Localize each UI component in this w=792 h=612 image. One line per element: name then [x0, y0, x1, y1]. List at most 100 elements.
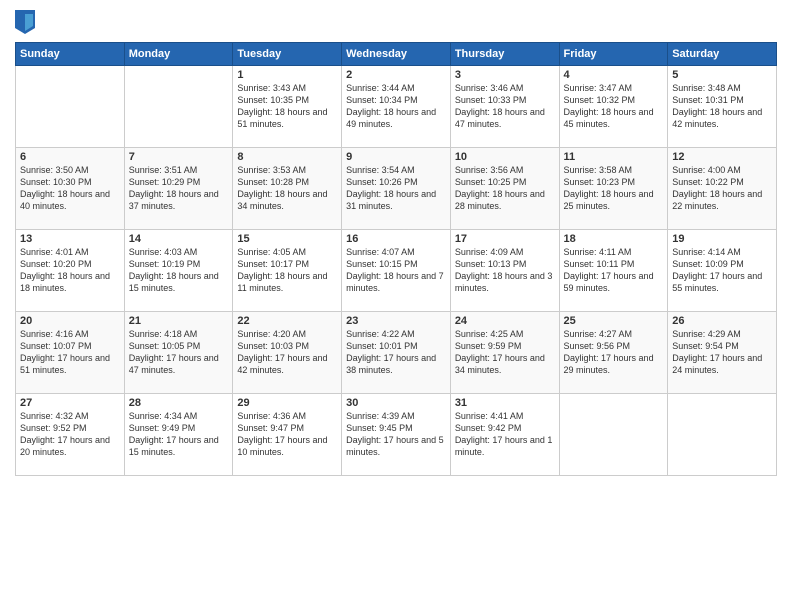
cell-content: Sunrise: 3:58 AMSunset: 10:23 PMDaylight…: [564, 164, 664, 213]
weekday-header-monday: Monday: [124, 43, 233, 66]
cell-content: Sunrise: 4:01 AMSunset: 10:20 PMDaylight…: [20, 246, 120, 295]
cell-content: Sunrise: 3:51 AMSunset: 10:29 PMDaylight…: [129, 164, 229, 213]
calendar-week-1: 1Sunrise: 3:43 AMSunset: 10:35 PMDayligh…: [16, 66, 777, 148]
day-number: 6: [20, 151, 120, 163]
calendar-cell: 30Sunrise: 4:39 AMSunset: 9:45 PMDayligh…: [342, 394, 451, 476]
cell-content: Sunrise: 4:05 AMSunset: 10:17 PMDaylight…: [237, 246, 337, 295]
cell-content: Sunrise: 3:48 AMSunset: 10:31 PMDaylight…: [672, 82, 772, 131]
cell-content: Sunrise: 4:07 AMSunset: 10:15 PMDaylight…: [346, 246, 446, 295]
calendar-cell: 2Sunrise: 3:44 AMSunset: 10:34 PMDayligh…: [342, 66, 451, 148]
logo-icon: [15, 10, 35, 34]
calendar-cell: [16, 66, 125, 148]
cell-content: Sunrise: 3:47 AMSunset: 10:32 PMDaylight…: [564, 82, 664, 131]
cell-content: Sunrise: 4:39 AMSunset: 9:45 PMDaylight:…: [346, 410, 446, 459]
calendar-cell: 11Sunrise: 3:58 AMSunset: 10:23 PMDaylig…: [559, 148, 668, 230]
calendar-week-3: 13Sunrise: 4:01 AMSunset: 10:20 PMDaylig…: [16, 230, 777, 312]
cell-content: Sunrise: 3:43 AMSunset: 10:35 PMDaylight…: [237, 82, 337, 131]
day-number: 16: [346, 233, 446, 245]
day-number: 19: [672, 233, 772, 245]
day-number: 9: [346, 151, 446, 163]
cell-content: Sunrise: 3:53 AMSunset: 10:28 PMDaylight…: [237, 164, 337, 213]
day-number: 29: [237, 397, 337, 409]
calendar-cell: 12Sunrise: 4:00 AMSunset: 10:22 PMDaylig…: [668, 148, 777, 230]
cell-content: Sunrise: 4:03 AMSunset: 10:19 PMDaylight…: [129, 246, 229, 295]
calendar-cell: 22Sunrise: 4:20 AMSunset: 10:03 PMDaylig…: [233, 312, 342, 394]
logo: [15, 10, 39, 34]
calendar-cell: 18Sunrise: 4:11 AMSunset: 10:11 PMDaylig…: [559, 230, 668, 312]
weekday-header-thursday: Thursday: [450, 43, 559, 66]
day-number: 31: [455, 397, 555, 409]
cell-content: Sunrise: 4:25 AMSunset: 9:59 PMDaylight:…: [455, 328, 555, 377]
calendar-cell: 7Sunrise: 3:51 AMSunset: 10:29 PMDayligh…: [124, 148, 233, 230]
day-number: 14: [129, 233, 229, 245]
cell-content: Sunrise: 4:32 AMSunset: 9:52 PMDaylight:…: [20, 410, 120, 459]
calendar-week-4: 20Sunrise: 4:16 AMSunset: 10:07 PMDaylig…: [16, 312, 777, 394]
cell-content: Sunrise: 4:20 AMSunset: 10:03 PMDaylight…: [237, 328, 337, 377]
calendar-cell: 20Sunrise: 4:16 AMSunset: 10:07 PMDaylig…: [16, 312, 125, 394]
calendar-cell: 13Sunrise: 4:01 AMSunset: 10:20 PMDaylig…: [16, 230, 125, 312]
calendar-cell: 26Sunrise: 4:29 AMSunset: 9:54 PMDayligh…: [668, 312, 777, 394]
day-number: 17: [455, 233, 555, 245]
day-number: 5: [672, 69, 772, 81]
calendar-cell: 19Sunrise: 4:14 AMSunset: 10:09 PMDaylig…: [668, 230, 777, 312]
calendar-page: SundayMondayTuesdayWednesdayThursdayFrid…: [0, 0, 792, 612]
day-number: 30: [346, 397, 446, 409]
day-number: 8: [237, 151, 337, 163]
day-number: 24: [455, 315, 555, 327]
cell-content: Sunrise: 4:36 AMSunset: 9:47 PMDaylight:…: [237, 410, 337, 459]
calendar-week-5: 27Sunrise: 4:32 AMSunset: 9:52 PMDayligh…: [16, 394, 777, 476]
day-number: 11: [564, 151, 664, 163]
cell-content: Sunrise: 4:34 AMSunset: 9:49 PMDaylight:…: [129, 410, 229, 459]
cell-content: Sunrise: 4:11 AMSunset: 10:11 PMDaylight…: [564, 246, 664, 295]
calendar-cell: 3Sunrise: 3:46 AMSunset: 10:33 PMDayligh…: [450, 66, 559, 148]
calendar-cell: [124, 66, 233, 148]
cell-content: Sunrise: 4:18 AMSunset: 10:05 PMDaylight…: [129, 328, 229, 377]
cell-content: Sunrise: 4:09 AMSunset: 10:13 PMDaylight…: [455, 246, 555, 295]
cell-content: Sunrise: 4:22 AMSunset: 10:01 PMDaylight…: [346, 328, 446, 377]
header: [15, 10, 777, 34]
cell-content: Sunrise: 4:29 AMSunset: 9:54 PMDaylight:…: [672, 328, 772, 377]
cell-content: Sunrise: 3:50 AMSunset: 10:30 PMDaylight…: [20, 164, 120, 213]
weekday-header-row: SundayMondayTuesdayWednesdayThursdayFrid…: [16, 43, 777, 66]
calendar-cell: 28Sunrise: 4:34 AMSunset: 9:49 PMDayligh…: [124, 394, 233, 476]
calendar-cell: 23Sunrise: 4:22 AMSunset: 10:01 PMDaylig…: [342, 312, 451, 394]
calendar-cell: 16Sunrise: 4:07 AMSunset: 10:15 PMDaylig…: [342, 230, 451, 312]
day-number: 3: [455, 69, 555, 81]
calendar-cell: 25Sunrise: 4:27 AMSunset: 9:56 PMDayligh…: [559, 312, 668, 394]
calendar-cell: [668, 394, 777, 476]
calendar-cell: 27Sunrise: 4:32 AMSunset: 9:52 PMDayligh…: [16, 394, 125, 476]
day-number: 27: [20, 397, 120, 409]
weekday-header-friday: Friday: [559, 43, 668, 66]
day-number: 12: [672, 151, 772, 163]
day-number: 28: [129, 397, 229, 409]
day-number: 7: [129, 151, 229, 163]
day-number: 15: [237, 233, 337, 245]
calendar-cell: 9Sunrise: 3:54 AMSunset: 10:26 PMDayligh…: [342, 148, 451, 230]
calendar-cell: 6Sunrise: 3:50 AMSunset: 10:30 PMDayligh…: [16, 148, 125, 230]
calendar-cell: 4Sunrise: 3:47 AMSunset: 10:32 PMDayligh…: [559, 66, 668, 148]
cell-content: Sunrise: 4:27 AMSunset: 9:56 PMDaylight:…: [564, 328, 664, 377]
weekday-header-wednesday: Wednesday: [342, 43, 451, 66]
cell-content: Sunrise: 3:56 AMSunset: 10:25 PMDaylight…: [455, 164, 555, 213]
calendar-cell: 8Sunrise: 3:53 AMSunset: 10:28 PMDayligh…: [233, 148, 342, 230]
calendar-week-2: 6Sunrise: 3:50 AMSunset: 10:30 PMDayligh…: [16, 148, 777, 230]
cell-content: Sunrise: 3:46 AMSunset: 10:33 PMDaylight…: [455, 82, 555, 131]
calendar-cell: 15Sunrise: 4:05 AMSunset: 10:17 PMDaylig…: [233, 230, 342, 312]
weekday-header-saturday: Saturday: [668, 43, 777, 66]
calendar-cell: 31Sunrise: 4:41 AMSunset: 9:42 PMDayligh…: [450, 394, 559, 476]
day-number: 4: [564, 69, 664, 81]
day-number: 18: [564, 233, 664, 245]
day-number: 2: [346, 69, 446, 81]
cell-content: Sunrise: 3:54 AMSunset: 10:26 PMDaylight…: [346, 164, 446, 213]
calendar-cell: 14Sunrise: 4:03 AMSunset: 10:19 PMDaylig…: [124, 230, 233, 312]
cell-content: Sunrise: 3:44 AMSunset: 10:34 PMDaylight…: [346, 82, 446, 131]
day-number: 21: [129, 315, 229, 327]
day-number: 22: [237, 315, 337, 327]
day-number: 23: [346, 315, 446, 327]
day-number: 20: [20, 315, 120, 327]
day-number: 10: [455, 151, 555, 163]
calendar-cell: 24Sunrise: 4:25 AMSunset: 9:59 PMDayligh…: [450, 312, 559, 394]
calendar-cell: [559, 394, 668, 476]
calendar-cell: 1Sunrise: 3:43 AMSunset: 10:35 PMDayligh…: [233, 66, 342, 148]
weekday-header-sunday: Sunday: [16, 43, 125, 66]
